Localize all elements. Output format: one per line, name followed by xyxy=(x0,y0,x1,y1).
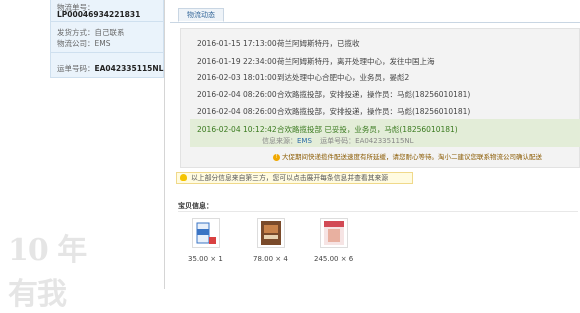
product-price-qty: 245.00 × 6 xyxy=(314,255,354,263)
tracking-time: 2016-02-03 18:01:00 xyxy=(197,73,277,82)
product-thumbnail[interactable] xyxy=(320,218,348,248)
watermark-text: 10 年有我 xyxy=(8,233,87,312)
panel-divider xyxy=(50,21,164,22)
tracking-row: 2016-02-04 08:26:00合欢路揽投部，安排投递，操作员：马彪(18… xyxy=(197,89,470,100)
tracking-text: 合欢路揽投部，安排投递，操作员：马彪(18256010181) xyxy=(277,107,471,116)
product-image xyxy=(196,222,216,244)
order-no-value: LP00046934221831 xyxy=(57,10,141,19)
source-link[interactable]: EMS xyxy=(297,137,312,145)
tab-bar xyxy=(170,8,580,23)
tracking-text: 到达处理中心合肥中心，业务员，晏彪2 xyxy=(277,73,410,82)
waybill-value: EA042335115NL xyxy=(94,64,164,73)
tip-text: 以上部分信息来自第三方，您可以点击展开每条信息并查看其来源 xyxy=(191,174,389,182)
warning-icon: ! xyxy=(273,153,280,161)
waybill-row: 运单号码：EA042335115NL xyxy=(57,63,163,74)
source-label: 信息来源： xyxy=(262,137,297,145)
notice-text: 大促期间快递揽件配送速度有所延缓，请您耐心等待。淘小二建议您联系物流公司确认配送 xyxy=(282,153,542,161)
tracking-row: 2016-01-19 22:34:00荷兰阿姆斯特丹，离开处理中心，发往中国上海 xyxy=(197,56,435,67)
tracking-time: 2016-01-15 17:13:00 xyxy=(197,39,277,48)
tracking-time: 2016-02-04 08:26:00 xyxy=(197,90,277,99)
latest-tracking-row: 2016-02-04 10:12:42合欢路揽投部 已妥投，业务员，马彪(182… xyxy=(197,124,458,135)
logistics-company: 物流公司：EMS xyxy=(57,39,111,48)
tracking-text: 荷兰阿姆斯特丹，离开处理中心，发往中国上海 xyxy=(277,57,435,66)
panel-divider xyxy=(50,52,164,53)
tracking-row: 2016-02-03 18:01:00到达处理中心合肥中心，业务员，晏彪2 xyxy=(197,72,409,83)
tracking-text: 荷兰阿姆斯特丹，已揽收 xyxy=(277,39,360,48)
lightbulb-icon xyxy=(180,174,187,181)
watermark: 10 年有我 xyxy=(8,225,108,312)
ship-method: 发货方式：自己联系 xyxy=(57,28,125,37)
product-thumbnail[interactable] xyxy=(257,218,285,248)
source-waybill-label: 运单号码： xyxy=(320,137,356,145)
product-image xyxy=(324,221,344,245)
product-thumbnail[interactable] xyxy=(192,218,220,248)
product-item[interactable] xyxy=(312,218,356,248)
product-item[interactable] xyxy=(249,218,293,248)
tracking-text: 合欢路揽投部 已妥投，业务员，马彪(18256010181) xyxy=(277,125,458,134)
tracking-row: 2016-01-15 17:13:00荷兰阿姆斯特丹，已揽收 xyxy=(197,38,360,49)
tracking-text: 合欢路揽投部，安排投递，操作员：马彪(18256010181) xyxy=(277,90,471,99)
tracking-row: 2016-02-04 08:26:00合欢路揽投部，安排投递，操作员：马彪(18… xyxy=(197,106,470,117)
goods-divider xyxy=(178,211,578,212)
product-item[interactable] xyxy=(184,218,228,248)
third-party-tip: 以上部分信息来自第三方，您可以点击展开每条信息并查看其来源 xyxy=(176,172,413,184)
source-waybill-no: EA042335115NL xyxy=(355,137,414,145)
info-source: 信息来源：EMS 运单号码：EA042335115NL xyxy=(262,136,414,146)
product-price-qty: 78.00 × 4 xyxy=(253,255,288,263)
tracking-time: 2016-02-04 08:26:00 xyxy=(197,107,277,116)
product-price-qty: 35.00 × 1 xyxy=(188,255,223,263)
tracking-time: 2016-02-04 10:12:42 xyxy=(197,125,277,134)
tab-logistics-tracking[interactable]: 物流动态 xyxy=(178,8,224,22)
tracking-time: 2016-01-19 22:34:00 xyxy=(197,57,277,66)
delay-notice: ! 大促期间快递揽件配送速度有所延缓，请您耐心等待。淘小二建议您联系物流公司确认配… xyxy=(273,151,542,161)
product-image xyxy=(261,221,281,245)
goods-title: 宝贝信息： xyxy=(178,202,213,210)
waybill-label: 运单号码： xyxy=(57,64,95,73)
